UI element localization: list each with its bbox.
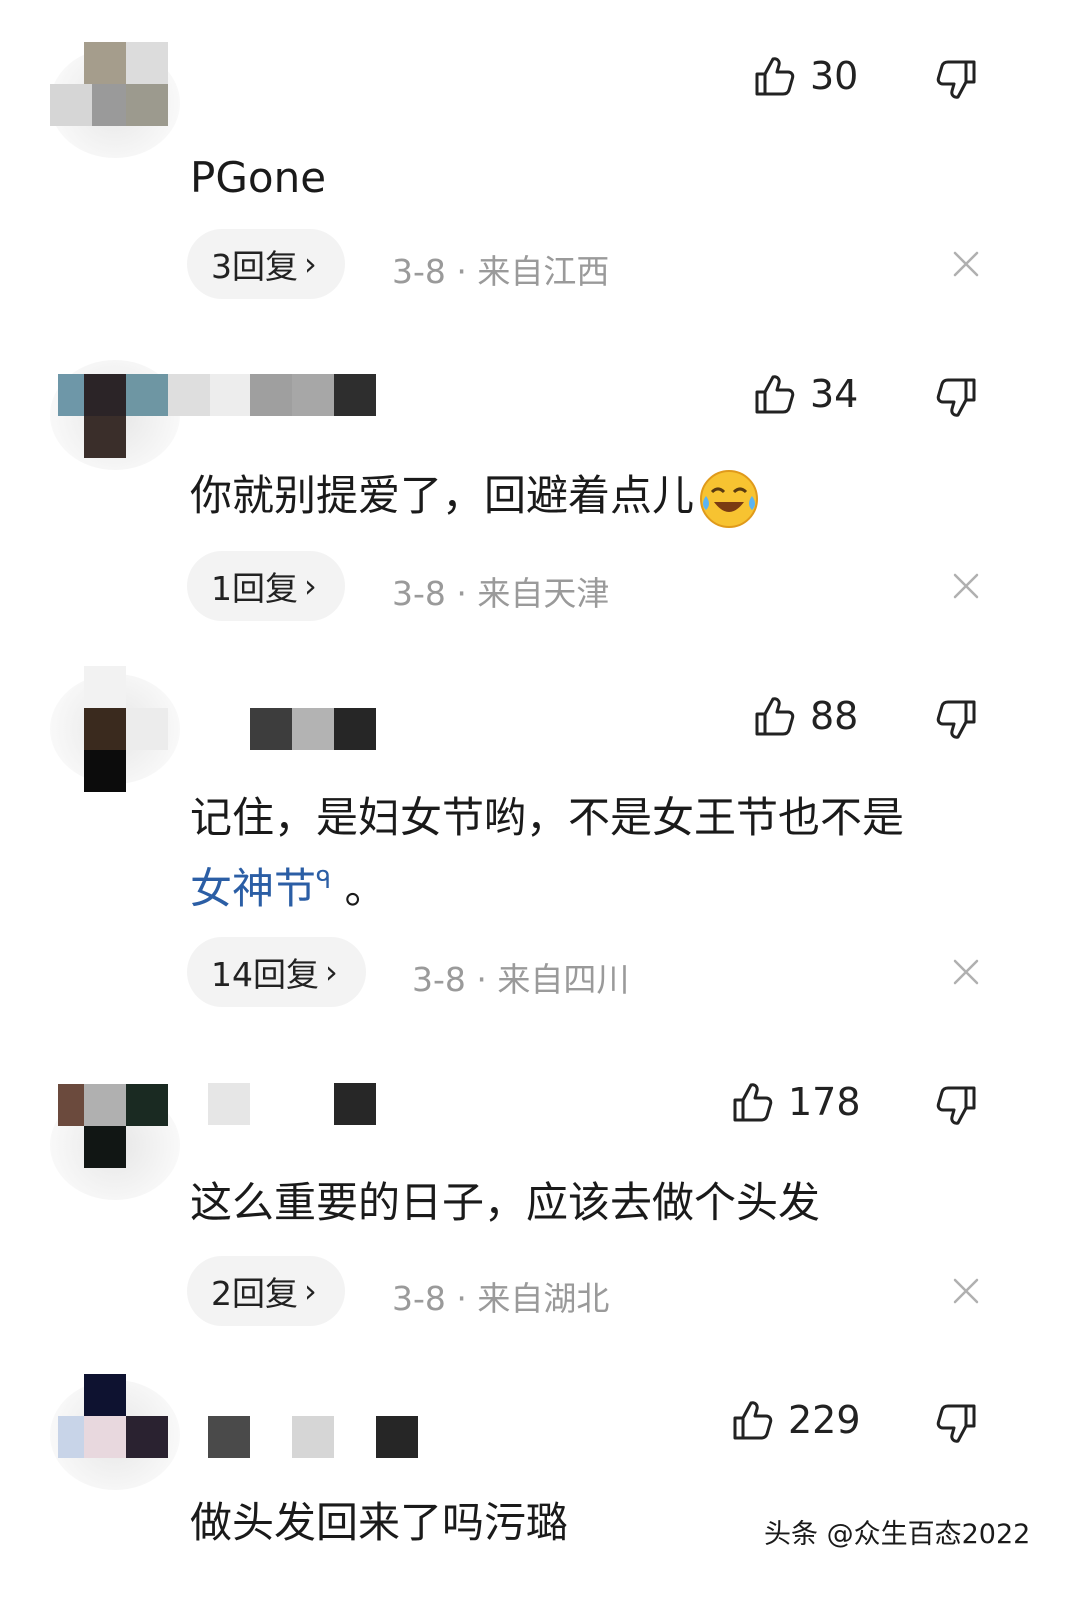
replies-count: 1回复 [211, 569, 298, 608]
thumbs-up-icon [752, 372, 796, 416]
avatar[interactable] [50, 350, 180, 478]
meta-separator: · [456, 252, 467, 291]
like-button[interactable]: 178 [730, 1080, 861, 1124]
replies-count: 14回复 [211, 955, 319, 994]
replies-button[interactable]: 2回复 › [187, 1256, 345, 1326]
thumbs-up-icon [730, 1080, 774, 1124]
comment-location: 来自四川 [497, 960, 630, 999]
comment-meta: 3-8 · 来自天津 [392, 567, 609, 615]
like-button[interactable]: 229 [730, 1398, 861, 1442]
like-count: 178 [788, 1080, 861, 1124]
avatar[interactable] [50, 1080, 180, 1208]
chevron-right-icon: › [304, 1272, 317, 1310]
comment-text: PGone [190, 153, 327, 202]
search-link[interactable]: 女神节ᑫ [190, 864, 331, 913]
avatar[interactable] [50, 38, 180, 166]
comment-text: 你就别提爱了，回避着点儿 [190, 465, 1010, 530]
comment-meta: 3-8 · 来自江西 [392, 245, 609, 293]
meta-separator: · [456, 1279, 467, 1318]
avatar[interactable] [50, 1370, 180, 1498]
comment-date: 3-8 [392, 252, 446, 291]
close-icon[interactable] [952, 572, 980, 600]
watermark: 头条 @众生百态2022 [764, 1519, 1031, 1550]
meta-separator: · [456, 574, 467, 613]
replies-button[interactable]: 14回复 › [187, 937, 366, 1007]
comment-location: 来自天津 [477, 574, 610, 613]
thumbs-down-icon[interactable] [935, 1402, 979, 1446]
replies-count: 3回复 [211, 247, 298, 286]
replies-button[interactable]: 1回复 › [187, 551, 345, 621]
thumbs-down-icon[interactable] [935, 698, 979, 742]
comment-date: 3-8 [392, 574, 446, 613]
chevron-right-icon: › [325, 953, 338, 991]
replies-count: 2回复 [211, 1274, 298, 1313]
chevron-right-icon: › [304, 567, 317, 605]
comment-location: 来自江西 [477, 252, 610, 291]
like-count: 229 [788, 1398, 861, 1442]
close-icon[interactable] [952, 250, 980, 278]
thumbs-up-icon [730, 1398, 774, 1442]
comment-text: 这么重要的日子，应该去做个头发 [190, 1178, 821, 1227]
crying-laughing-emoji-icon [700, 469, 759, 528]
comment-location: 来自湖北 [477, 1279, 610, 1318]
comment-date: 3-8 [392, 1279, 446, 1318]
thumbs-up-icon [752, 694, 796, 738]
thumbs-up-icon [752, 54, 796, 98]
search-icon: ᑫ [316, 866, 332, 894]
like-button[interactable]: 34 [752, 372, 858, 416]
close-icon[interactable] [952, 1277, 980, 1305]
like-count: 30 [810, 54, 859, 98]
like-button[interactable]: 88 [752, 694, 858, 738]
comment-meta: 3-8 · 来自四川 [412, 953, 629, 1001]
avatar[interactable] [50, 664, 180, 792]
chevron-right-icon: › [304, 245, 317, 283]
like-button[interactable]: 30 [752, 54, 858, 98]
like-count: 34 [810, 372, 859, 416]
thumbs-down-icon[interactable] [935, 58, 979, 102]
replies-button[interactable]: 3回复 › [187, 229, 345, 299]
meta-separator: · [476, 960, 487, 999]
thumbs-down-icon[interactable] [935, 1084, 979, 1128]
comment-meta: 3-8 · 来自湖北 [392, 1272, 609, 1320]
thumbs-down-icon[interactable] [935, 376, 979, 420]
comment-date: 3-8 [412, 960, 466, 999]
comment-text: 记住，是妇女节哟，不是女王节也不是 女神节ᑫ 。 [190, 793, 905, 913]
like-count: 88 [810, 694, 859, 738]
close-icon[interactable] [952, 958, 980, 986]
